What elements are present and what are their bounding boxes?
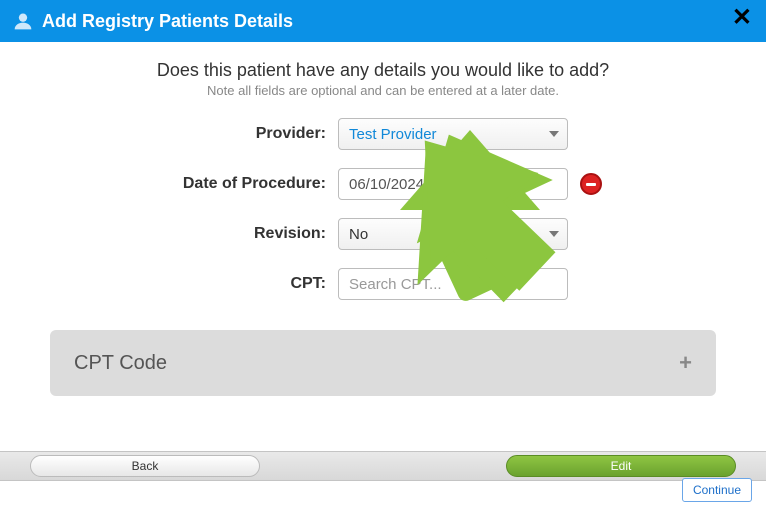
row-provider: Provider: Test Provider — [123, 118, 643, 150]
revision-select[interactable]: No — [338, 218, 568, 250]
label-cpt: CPT: — [123, 275, 338, 293]
cpt-code-heading: CPT Code — [74, 352, 167, 375]
dialog-body: Does this patient have any details you w… — [0, 42, 766, 406]
dialog-header: Add Registry Patients Details ✕ — [0, 0, 766, 42]
user-icon — [12, 10, 34, 32]
back-button-label: Back — [132, 459, 159, 473]
row-revision: Revision: No — [123, 218, 643, 250]
provider-select[interactable]: Test Provider — [338, 118, 568, 150]
prompt-question: Does this patient have any details you w… — [50, 60, 716, 81]
close-icon[interactable]: ✕ — [732, 6, 752, 30]
label-date: Date of Procedure: — [123, 175, 338, 193]
provider-value: Test Provider — [349, 126, 437, 143]
add-cpt-button[interactable]: + — [679, 350, 692, 376]
cpt-search-input[interactable]: Search CPT... — [338, 268, 568, 300]
continue-wrap: Continue — [682, 478, 752, 502]
continue-button-label: Continue — [693, 483, 741, 497]
cpt-placeholder: Search CPT... — [349, 276, 442, 293]
prompt-note: Note all fields are optional and can be … — [50, 83, 716, 98]
back-button[interactable]: Back — [30, 455, 260, 477]
row-cpt: CPT: Search CPT... — [123, 268, 643, 300]
label-provider: Provider: — [123, 125, 338, 143]
minus-icon — [586, 183, 596, 186]
cpt-code-panel: CPT Code + — [50, 330, 716, 396]
revision-value: No — [349, 226, 368, 243]
edit-button-label: Edit — [611, 459, 632, 473]
prompt-block: Does this patient have any details you w… — [50, 60, 716, 98]
date-input[interactable]: 06/10/2024 — [338, 168, 568, 200]
continue-button[interactable]: Continue — [682, 478, 752, 502]
remove-date-button[interactable] — [580, 173, 602, 195]
details-form: Provider: Test Provider Date of Procedur… — [123, 118, 643, 300]
chevron-down-icon — [549, 231, 559, 237]
footer-bar: Back Edit — [0, 451, 766, 481]
label-revision: Revision: — [123, 225, 338, 243]
row-date: Date of Procedure: 06/10/2024 — [123, 168, 643, 200]
dialog-title: Add Registry Patients Details — [42, 11, 293, 32]
chevron-down-icon — [549, 131, 559, 137]
date-value: 06/10/2024 — [349, 176, 424, 193]
edit-button[interactable]: Edit — [506, 455, 736, 477]
